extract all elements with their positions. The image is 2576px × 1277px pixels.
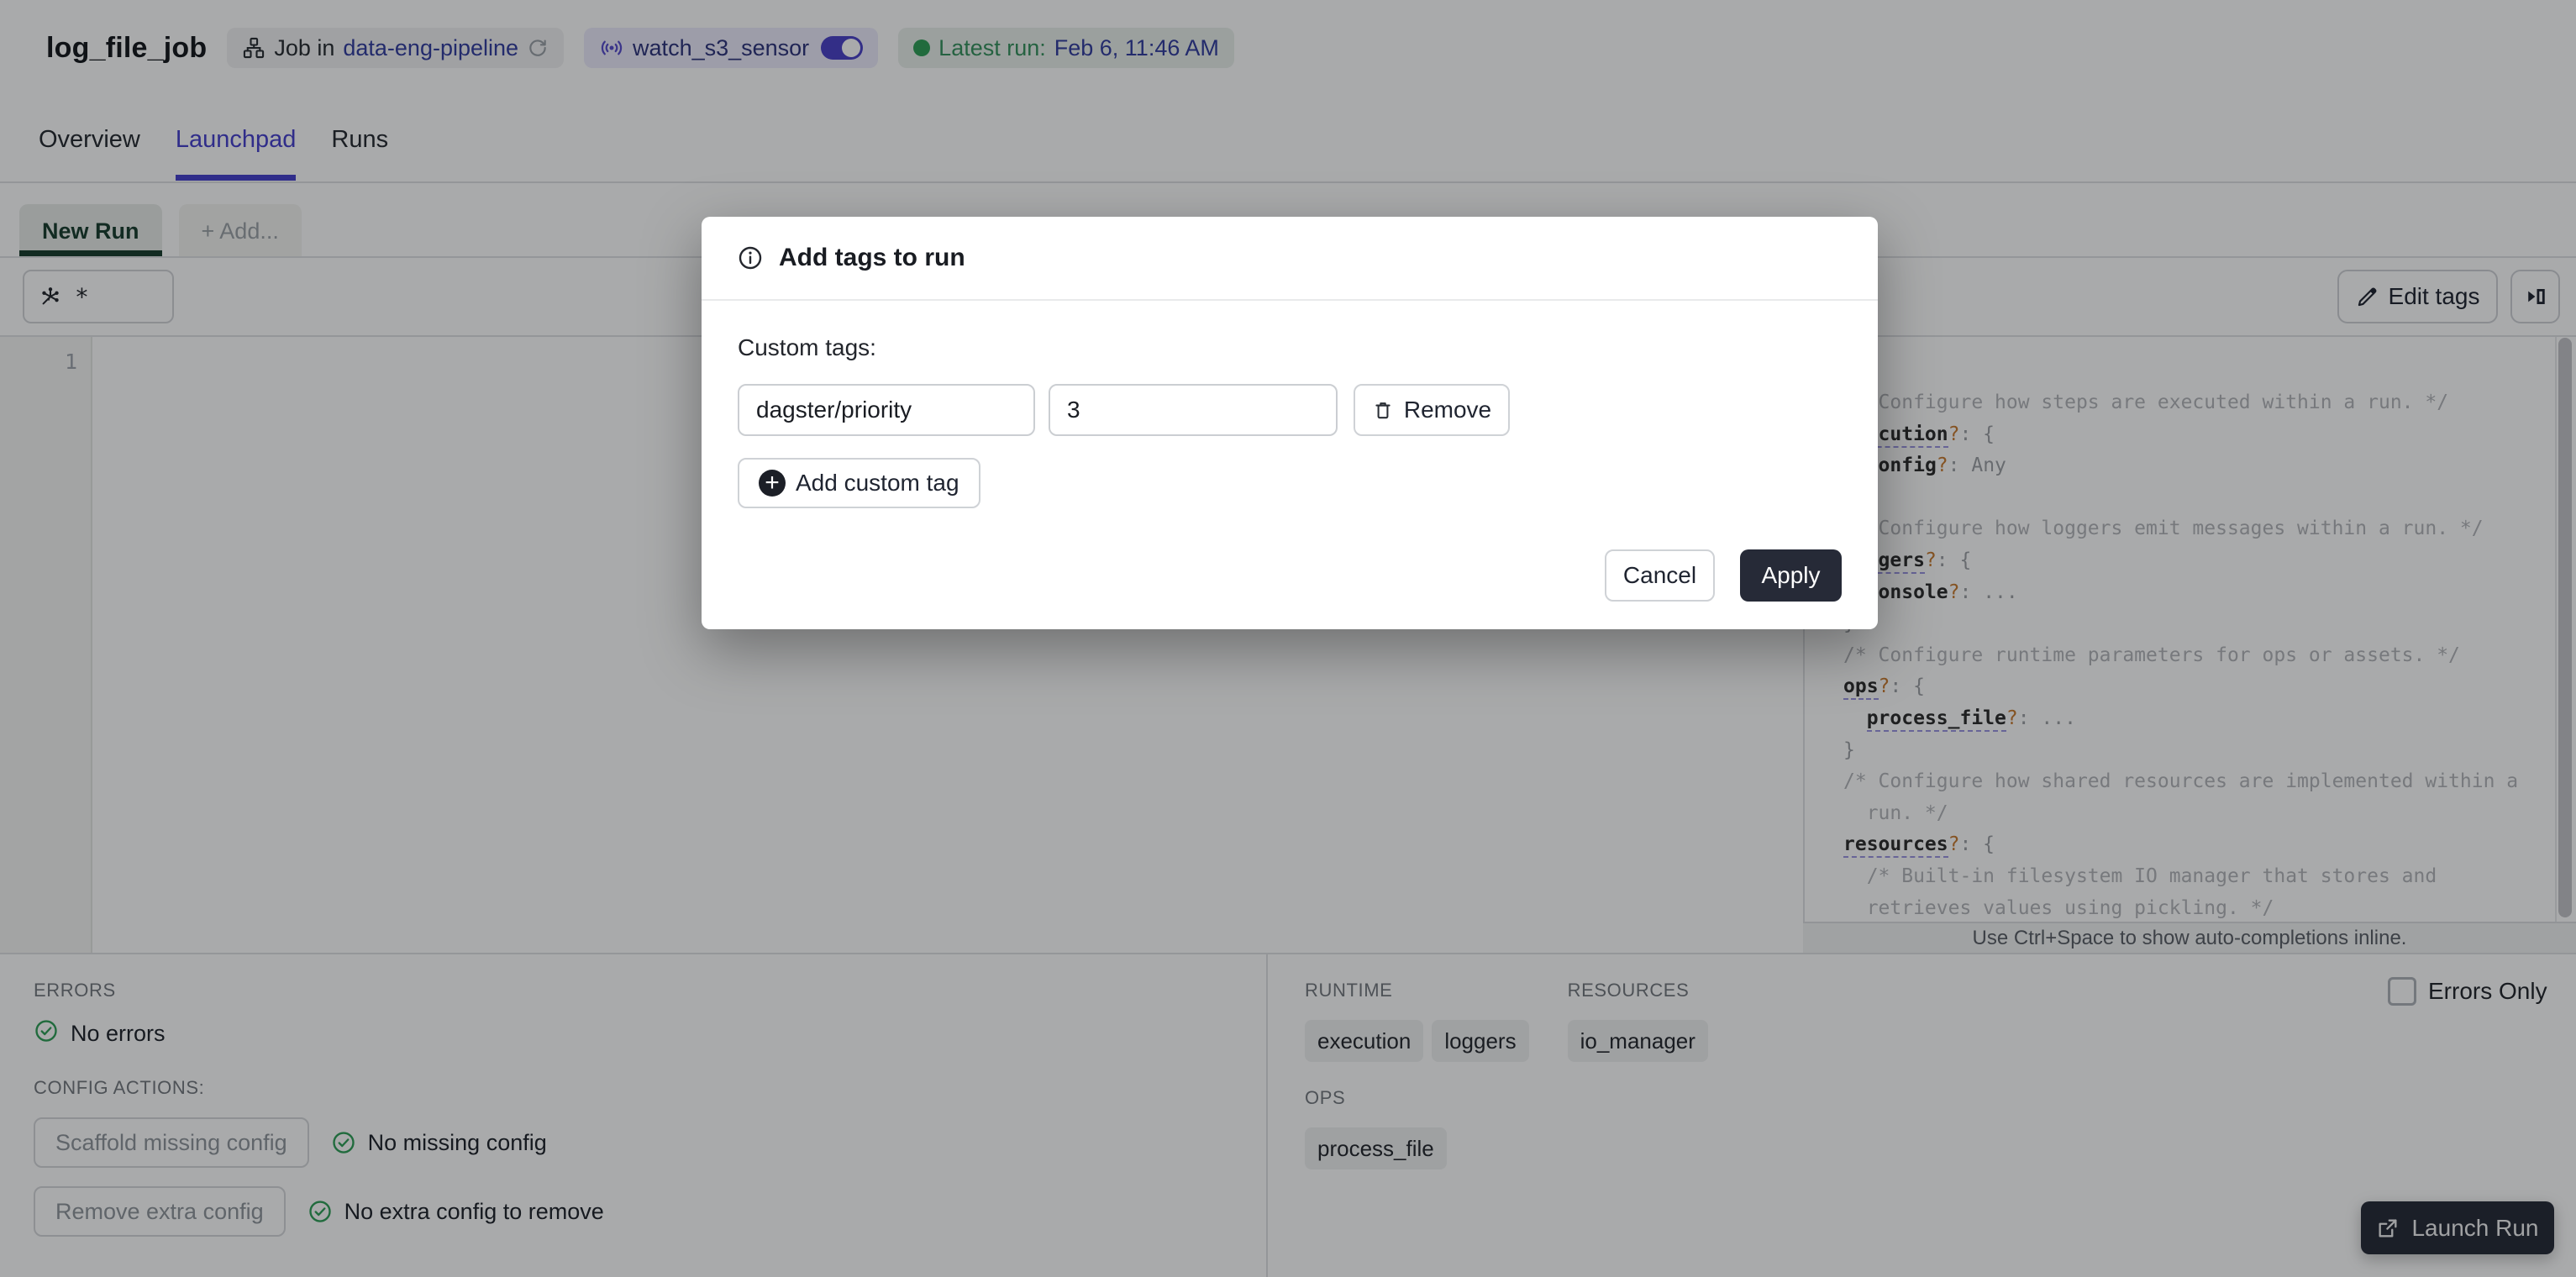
- modal-backdrop[interactable]: [0, 0, 2576, 1277]
- modal-header: Add tags to run: [702, 217, 1878, 301]
- modal-footer: Cancel Apply: [1605, 549, 1842, 602]
- tag-value-input[interactable]: [1049, 384, 1338, 436]
- remove-tag-button[interactable]: Remove: [1354, 384, 1510, 436]
- modal-body: Custom tags: Remove + Ad: [702, 334, 1878, 508]
- tag-key-input[interactable]: [738, 384, 1035, 436]
- plus-circle-icon: +: [759, 470, 786, 497]
- tag-row: Remove: [738, 384, 1842, 436]
- add-tags-modal: Add tags to run Custom tags: Remove: [702, 217, 1878, 629]
- apply-button[interactable]: Apply: [1740, 549, 1842, 602]
- cancel-button[interactable]: Cancel: [1605, 549, 1715, 602]
- modal-title: Add tags to run: [779, 244, 965, 271]
- remove-tag-label: Remove: [1403, 397, 1492, 423]
- custom-tags-label: Custom tags:: [738, 334, 876, 360]
- trash-icon: [1372, 399, 1394, 421]
- add-custom-tag-label: Add custom tag: [796, 470, 959, 496]
- info-icon: [737, 244, 764, 271]
- add-custom-tag-button[interactable]: + Add custom tag: [738, 458, 980, 508]
- dagster-launchpad-page: log_file_job Job in data-eng-pipeline wa…: [0, 0, 2576, 1277]
